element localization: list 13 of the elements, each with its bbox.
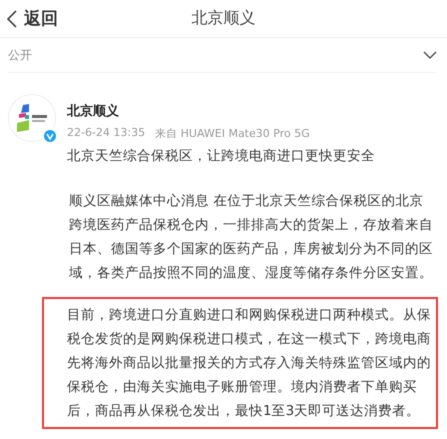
post-time: 22-6-24 13:35 (67, 126, 146, 141)
post-paragraph: 顺义区融媒体中心消息 在位于北京天竺综合保税区的北京跨境医药产品保税仓内，一排排高大的货架上，存放着来自日本、德国等多个国家的医药产品，库房被划分为不同的区域，各类产品按照不同的温度、湿度等储存条件分区安置。 (69, 192, 434, 283)
post-paragraph: 目前，跨境进口分直购进口和网购保税进口两种模式。从保税仓发货的是网购保税进口模式，在这一模式下，跨境电商先将海外商品以批量报关的方式存入海关特殊监管区域内的保税仓，由海关实施电子账册管理。境内消费者下单购买后，商品再从保税仓发出，最快1至3天即可送达消费者。 (67, 306, 432, 421)
logo-icon (15, 103, 49, 133)
post-source: 来自 HUAWEI Mate30 Pro 5G (155, 126, 310, 141)
visibility-label: 公开 (8, 46, 32, 64)
author-name[interactable]: 北京顺义 (67, 102, 310, 120)
chevron-down-icon[interactable] (423, 50, 437, 60)
page-title: 北京顺义 (192, 8, 256, 29)
post-headline: 北京天竺综合保税区，让跨境电商进口更快更安全 (67, 147, 376, 166)
back-button[interactable]: 返回 (0, 7, 58, 30)
avatar[interactable] (8, 94, 56, 142)
back-icon (6, 8, 18, 28)
